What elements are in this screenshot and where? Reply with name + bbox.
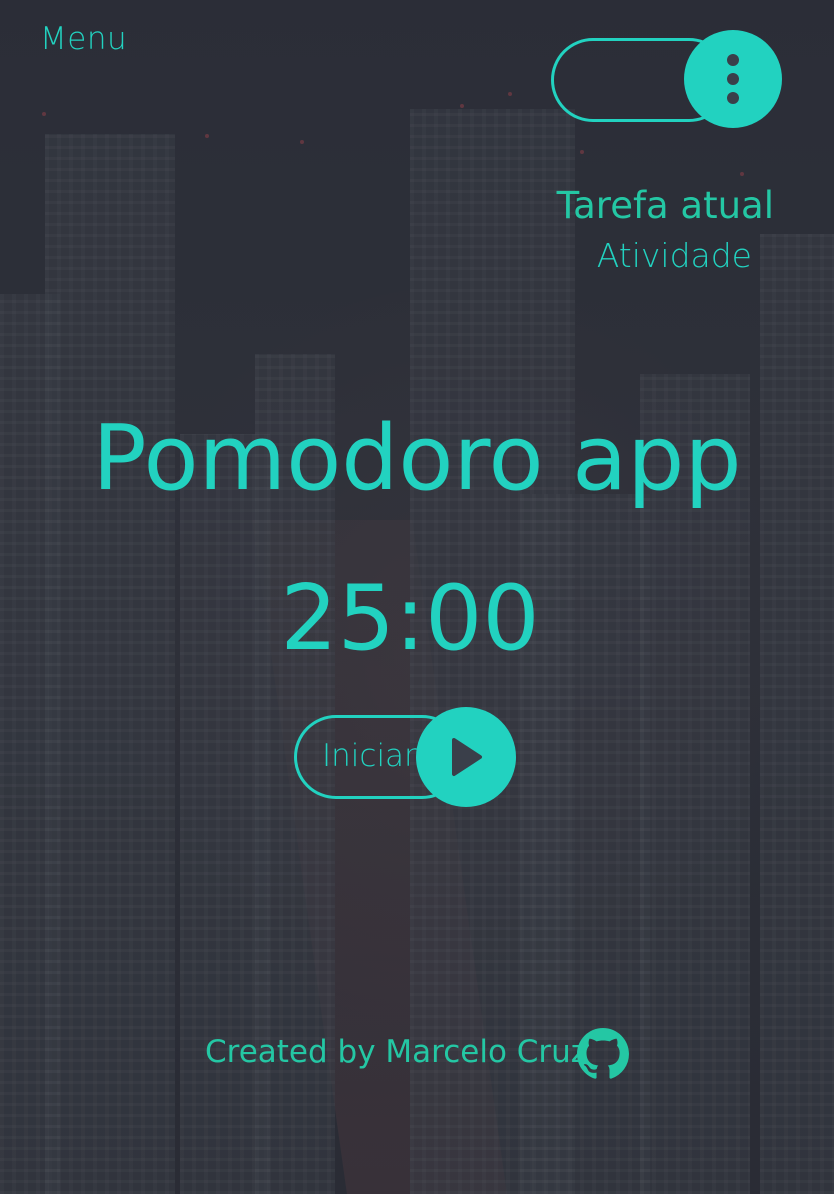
more-vertical-icon[interactable] [684,30,782,128]
menu-dot [727,73,739,85]
credit-text: Created by Marcelo Cruz [205,1034,588,1070]
start-label: Iniciar [322,738,417,774]
play-triangle [452,738,482,776]
github-icon[interactable] [577,1028,629,1080]
current-task-name: Atividade [596,236,752,275]
menu-dot [727,54,739,66]
current-task-heading: Tarefa atual [556,184,774,227]
menu-dot [727,92,739,104]
play-icon[interactable] [416,707,516,807]
menu-label: Menu [40,21,128,57]
timer-display: 25:00 [280,566,540,671]
app-title: Pomodoro app [92,406,742,511]
